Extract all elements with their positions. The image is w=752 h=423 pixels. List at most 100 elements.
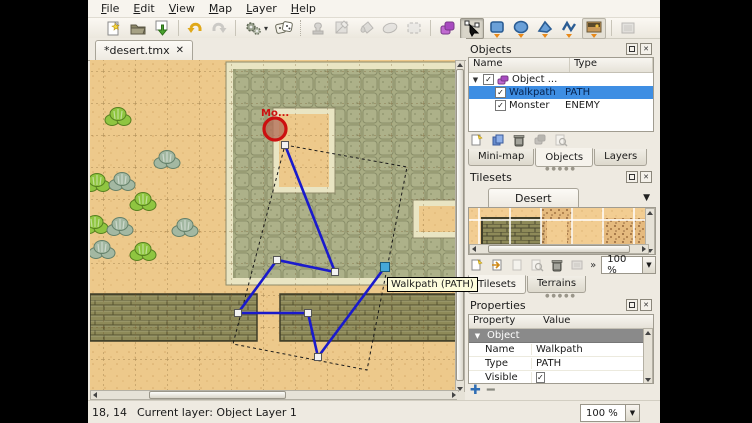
commands-button[interactable]: ▾ — [241, 19, 271, 38]
float-panel-button[interactable] — [626, 299, 638, 311]
property-value[interactable]: PATH — [531, 358, 653, 369]
properties-table[interactable]: Property Value ▼ Object Name Walkpath Ty… — [468, 314, 654, 384]
toolbar-overflow-button[interactable]: » — [590, 260, 596, 271]
tab-mini-map[interactable]: Mini-map — [468, 149, 534, 166]
scroll-left-icon[interactable] — [93, 392, 97, 398]
tab-desert-tmx[interactable]: *desert.tmx ✕ — [95, 40, 193, 60]
insert-rectangle-button[interactable] — [486, 19, 508, 38]
image-tool-button[interactable] — [617, 19, 639, 38]
tileset-menu-dropdown-icon[interactable]: ▼ — [643, 193, 650, 203]
property-value[interactable]: Walkpath — [531, 344, 653, 355]
goto-object-button[interactable] — [552, 132, 570, 148]
object-visible-checkbox[interactable]: ✓ — [495, 100, 506, 111]
object-row-monster[interactable]: ✓ Monster ENEMY — [469, 99, 653, 112]
hscroll-thumb[interactable] — [149, 391, 286, 399]
path-node[interactable] — [235, 310, 242, 317]
properties-vscrollbar[interactable] — [643, 328, 653, 384]
layer-visible-checkbox[interactable]: ✓ — [483, 74, 494, 85]
close-panel-button[interactable]: ✕ — [640, 43, 652, 55]
insert-tile-button[interactable] — [582, 18, 606, 39]
close-panel-button[interactable]: ✕ — [640, 299, 652, 311]
random-mode-button[interactable] — [273, 19, 295, 38]
combo-dropdown-button[interactable]: ▼ — [642, 257, 655, 273]
scroll-up-icon[interactable] — [647, 211, 653, 215]
tab-objects[interactable]: Objects — [535, 148, 593, 167]
import-tileset-button[interactable] — [488, 257, 505, 273]
redo-button[interactable] — [208, 19, 230, 38]
map-canvas[interactable]: Mo... Walkpath (PATH) — [90, 60, 465, 400]
select-objects-button[interactable] — [436, 19, 458, 38]
canvas-vscrollbar[interactable] — [455, 60, 465, 394]
undo-button[interactable] — [184, 19, 206, 38]
objects-tree[interactable]: Name Type ▼ ✓ Object ... ✓ Walkpath PATH — [468, 57, 654, 132]
menu-edit[interactable]: Edit — [126, 1, 161, 16]
visible-checkbox[interactable]: ✓ — [536, 372, 545, 383]
edit-terrain-button[interactable] — [568, 257, 585, 273]
edit-polygons-button[interactable] — [460, 18, 484, 39]
insert-polygon-button[interactable] — [534, 19, 556, 38]
remove-property-button[interactable]: ━ — [487, 386, 495, 396]
export-tileset-button[interactable] — [508, 257, 525, 273]
column-property[interactable]: Property — [469, 315, 539, 328]
scroll-right-icon[interactable] — [452, 392, 456, 398]
stamp-brush-button[interactable] — [307, 19, 329, 38]
close-tab-icon[interactable]: ✕ — [176, 45, 184, 56]
raise-objects-button[interactable] — [531, 132, 549, 148]
scroll-down-icon[interactable] — [645, 378, 651, 382]
tab-terrains[interactable]: Terrains — [527, 276, 586, 293]
terrain-brush-button[interactable] — [331, 19, 353, 38]
menu-map[interactable]: Map — [202, 1, 239, 16]
expander-icon[interactable]: ▼ — [473, 332, 482, 340]
new-tileset-button[interactable] — [468, 257, 485, 273]
new-map-button[interactable] — [103, 19, 125, 38]
object-layer-row[interactable]: ▼ ✓ Object ... — [469, 73, 653, 86]
scroll-left-icon[interactable] — [472, 246, 476, 252]
add-property-button[interactable]: ✚ — [470, 386, 481, 396]
rect-select-button[interactable] — [403, 19, 425, 38]
column-name[interactable]: Name — [469, 58, 570, 72]
tileset-hscrollbar[interactable] — [469, 244, 649, 254]
path-node[interactable] — [305, 310, 312, 317]
menu-view[interactable]: View — [162, 1, 202, 16]
scroll-up-icon[interactable] — [457, 63, 463, 67]
canvas-hscrollbar[interactable] — [90, 390, 459, 400]
close-panel-button[interactable]: ✕ — [640, 171, 652, 183]
combo-dropdown-button[interactable]: ▼ — [625, 405, 639, 421]
insert-ellipse-button[interactable] — [510, 19, 532, 38]
scroll-right-icon[interactable] — [642, 246, 646, 252]
eraser-button[interactable] — [379, 19, 401, 38]
path-node[interactable] — [315, 354, 322, 361]
path-node-selected[interactable] — [381, 263, 390, 272]
column-type[interactable]: Type — [570, 58, 653, 72]
vscroll-thumb[interactable] — [456, 69, 464, 381]
add-object-layer-button[interactable] — [468, 132, 486, 148]
tab-desert-tileset[interactable]: Desert — [488, 188, 579, 207]
column-value[interactable]: Value — [539, 315, 574, 328]
bucket-fill-button[interactable] — [355, 19, 377, 38]
insert-polyline-button[interactable] — [558, 19, 580, 38]
hscroll-thumb[interactable] — [488, 245, 630, 253]
tileset-zoom-combo[interactable]: 100 % ▼ — [601, 256, 656, 274]
float-panel-button[interactable] — [626, 43, 638, 55]
duplicate-objects-button[interactable] — [489, 132, 507, 148]
path-node[interactable] — [332, 269, 339, 276]
save-button[interactable] — [151, 19, 173, 38]
property-row-type[interactable]: Type PATH — [469, 357, 653, 371]
menu-file[interactable]: File — [94, 1, 126, 16]
scroll-up-icon[interactable] — [645, 331, 651, 335]
tab-layers[interactable]: Layers — [594, 149, 647, 166]
property-group-row[interactable]: ▼ Object — [469, 329, 653, 343]
remove-tileset-button[interactable] — [548, 257, 565, 273]
open-button[interactable] — [127, 19, 149, 38]
expander-icon[interactable]: ▼ — [471, 76, 480, 84]
tileset-properties-button[interactable] — [528, 257, 545, 273]
object-row-walkpath[interactable]: ✓ Walkpath PATH — [469, 86, 653, 99]
menu-layer[interactable]: Layer — [239, 1, 284, 16]
object-visible-checkbox[interactable]: ✓ — [495, 87, 506, 98]
monster-object[interactable] — [264, 118, 286, 140]
path-node[interactable] — [274, 257, 281, 264]
menu-help[interactable]: Help — [284, 1, 323, 16]
map-view[interactable]: Mo... — [90, 60, 457, 392]
property-row-name[interactable]: Name Walkpath — [469, 343, 653, 357]
remove-objects-button[interactable] — [510, 132, 528, 148]
